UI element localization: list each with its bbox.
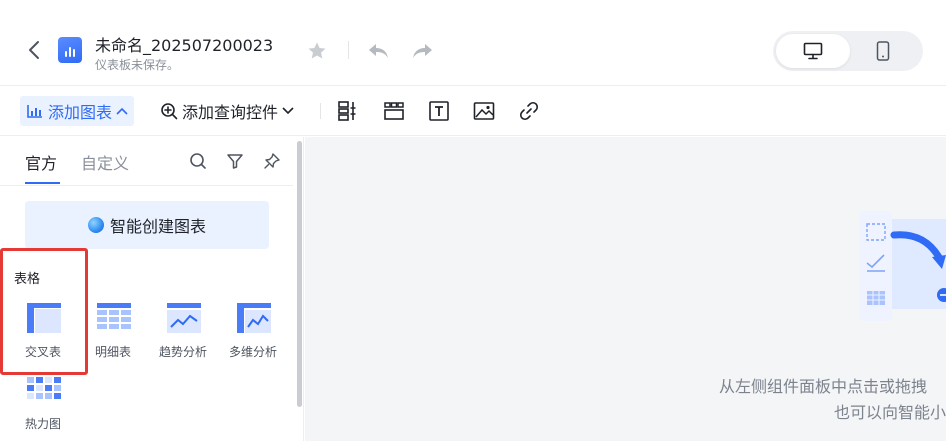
- chart-type-detail-table[interactable]: 明细表: [83, 303, 143, 363]
- pin-icon: [264, 153, 280, 169]
- dashboard-chart-icon: [58, 37, 82, 63]
- favorite-button[interactable]: [306, 40, 328, 62]
- multidim-analysis-icon: [237, 303, 271, 333]
- chart-type-label: 热力图: [24, 417, 61, 431]
- undo-icon: [369, 44, 388, 58]
- tabs-divider: [0, 185, 293, 186]
- link-button[interactable]: [517, 99, 541, 123]
- mobile-icon: [876, 41, 890, 61]
- desktop-view-button[interactable]: [776, 34, 850, 68]
- save-status: 仪表板未保存。: [95, 58, 180, 72]
- highlight-box: [0, 248, 88, 375]
- chart-type-label: 趋势分析: [158, 345, 207, 359]
- dashboard-title[interactable]: 未命名_202507200023: [95, 32, 273, 56]
- back-icon: [29, 41, 39, 59]
- empty-state-hint-1: 从左侧组件面板中点击或拖拽: [719, 377, 928, 396]
- redo-icon: [413, 44, 432, 58]
- pin-button[interactable]: [262, 151, 282, 171]
- layout-button[interactable]: [336, 99, 360, 123]
- image-button[interactable]: [472, 99, 496, 123]
- heatmap-icon: [27, 377, 61, 399]
- desktop-icon: [803, 42, 823, 60]
- add-query-label: 添加查询控件: [182, 103, 279, 122]
- empty-state-hint-2: 也可以向智能小: [834, 403, 946, 422]
- add-query-control-button[interactable]: 添加查询控件: [160, 96, 294, 126]
- chevron-up-icon: [116, 107, 128, 115]
- back-button[interactable]: [22, 36, 46, 64]
- bar-chart-icon: [27, 105, 42, 118]
- chart-type-label: 多维分析: [228, 345, 277, 359]
- header-bar: 未命名_202507200023 仪表板未保存。: [0, 0, 946, 86]
- chart-type-multidim-analysis[interactable]: 多维分析: [223, 303, 283, 363]
- dashboard-canvas[interactable]: 从左侧组件面板中点击或拖拽 也可以向智能小: [305, 137, 946, 441]
- trend-analysis-icon: [167, 303, 201, 333]
- detail-table-icon: [97, 303, 131, 329]
- filter-icon: [227, 154, 243, 169]
- dashboard-editor: 未命名_202507200023 仪表板未保存。 添加图表 添加查询控件 官方 …: [0, 0, 946, 441]
- chevron-down-icon: [282, 107, 294, 115]
- add-chart-button[interactable]: 添加图表: [20, 96, 135, 126]
- smart-create-chart-button[interactable]: 智能创建图表: [25, 201, 269, 249]
- header-divider: [348, 41, 349, 59]
- chart-type-heatmap[interactable]: 热力图: [13, 377, 73, 437]
- ai-orb-icon: [87, 217, 104, 233]
- tab-custom[interactable]: 自定义: [81, 150, 129, 174]
- editor-toolbar: 添加图表 添加查询控件: [0, 86, 946, 136]
- search-icon: [190, 153, 206, 169]
- text-button[interactable]: [427, 99, 451, 123]
- zoom-add-icon: [161, 103, 178, 120]
- search-button[interactable]: [188, 151, 208, 171]
- toolbar-divider: [320, 103, 321, 119]
- smart-create-label: 智能创建图表: [109, 217, 206, 236]
- tab-official[interactable]: 官方: [25, 150, 57, 174]
- device-toggle: [773, 31, 923, 71]
- tab-container-icon: [384, 102, 404, 120]
- mobile-view-button[interactable]: [846, 34, 920, 68]
- link-icon: [519, 101, 539, 121]
- layout-icon: [338, 101, 356, 121]
- component-panel: 官方 自定义 智能创建图表 表格 交叉表 明细表 趋势分析 多维分析 热力图: [0, 137, 304, 441]
- add-chart-label: 添加图表: [48, 103, 113, 122]
- chart-type-label: 明细表: [94, 345, 131, 359]
- empty-state-illustration: [860, 211, 946, 321]
- redo-button[interactable]: [412, 40, 434, 62]
- panel-scrollbar-thumb[interactable]: [297, 141, 302, 407]
- text-icon: [429, 101, 449, 121]
- undo-button[interactable]: [367, 40, 389, 62]
- tab-container-button[interactable]: [382, 99, 406, 123]
- filter-button[interactable]: [225, 151, 245, 171]
- star-icon: [308, 42, 326, 59]
- chart-type-trend-analysis[interactable]: 趋势分析: [153, 303, 213, 363]
- active-tab-indicator: [25, 182, 60, 184]
- image-icon: [473, 102, 495, 120]
